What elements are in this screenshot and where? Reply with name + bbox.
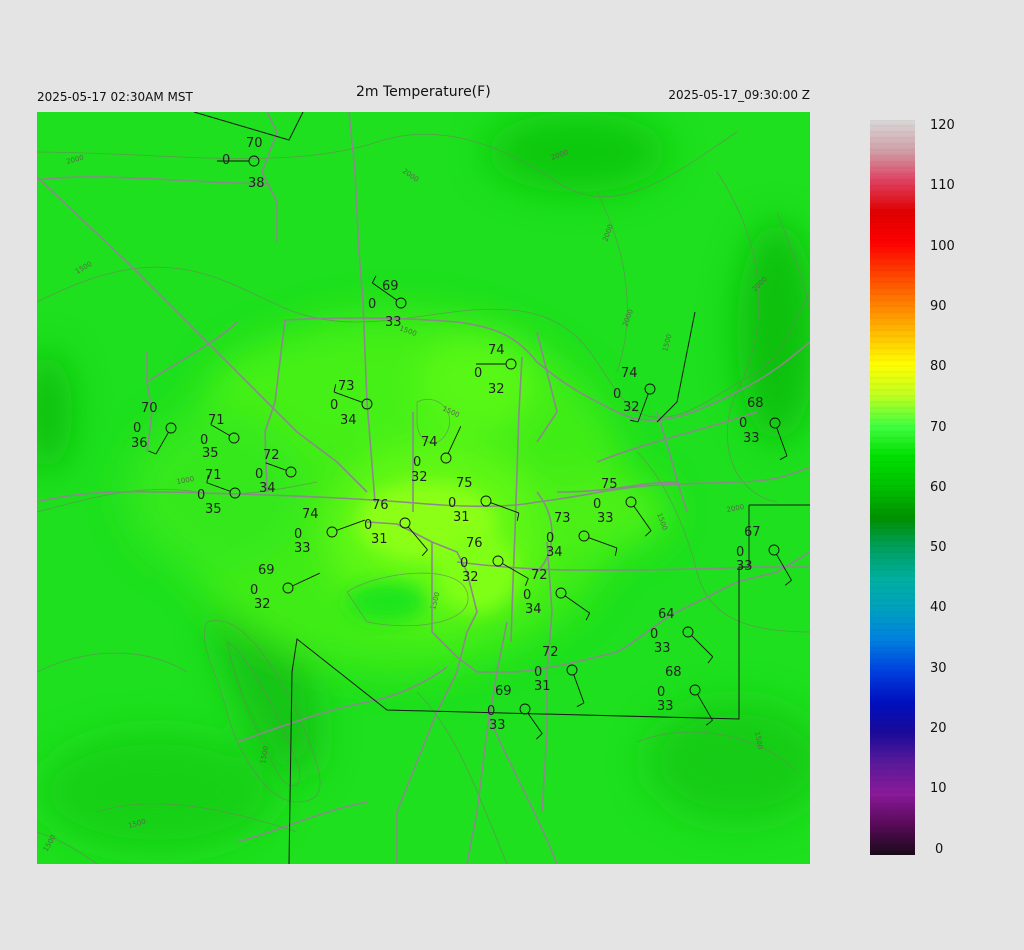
station-dewpoint: 33: [294, 541, 311, 556]
colorbar-tick-label: 120: [930, 118, 955, 133]
station-dewpoint: 34: [546, 545, 563, 560]
station-temperature: 68: [747, 396, 764, 411]
station-temperature: 69: [258, 563, 275, 578]
station-dewpoint: 33: [654, 641, 671, 656]
colorbar-tick-label: 50: [930, 540, 947, 556]
station-dewpoint: 33: [489, 718, 506, 733]
station-dewpoint: 38: [248, 176, 265, 191]
station-dewpoint: 35: [205, 502, 222, 517]
station-calm-wind: 0: [294, 527, 302, 542]
colorbar-tick-label: 20: [930, 721, 947, 736]
station-calm-wind: 0: [739, 416, 747, 431]
station-temperature: 69: [382, 279, 399, 294]
station-dewpoint: 34: [525, 602, 542, 617]
station-temperature: 74: [488, 343, 505, 358]
station-temperature: 72: [531, 568, 548, 583]
station-calm-wind: 0: [197, 488, 205, 503]
colorbar-tick-label: 60: [930, 479, 947, 495]
station-dewpoint: 33: [597, 511, 614, 526]
station-dewpoint: 32: [488, 382, 505, 397]
station-dewpoint: 35: [202, 446, 219, 461]
valid-local-time: 2025-05-17 02:30AM MST: [37, 90, 193, 104]
station-dewpoint: 33: [736, 559, 753, 574]
station-temperature: 70: [141, 401, 158, 416]
station-calm-wind: 0: [523, 588, 531, 603]
station-calm-wind: 0: [250, 583, 258, 598]
colorbar-tick-label: 100: [930, 238, 955, 254]
station-temperature: 74: [302, 507, 319, 522]
colorbar-tick-label: 110: [930, 178, 955, 194]
station-dewpoint: 31: [453, 510, 470, 525]
station-dewpoint: 32: [254, 597, 271, 612]
colorbar-tick-label: 90: [930, 298, 947, 314]
station-temperature: 70: [246, 136, 263, 151]
station-calm-wind: 0: [736, 545, 744, 560]
station-calm-wind: 0: [460, 556, 468, 571]
station-calm-wind: 0: [448, 496, 456, 511]
station-temperature: 74: [421, 435, 438, 450]
station-calm-wind: 0: [368, 297, 376, 312]
station-calm-wind: 0: [657, 685, 665, 700]
colorbar-tick-label: 10: [930, 781, 947, 797]
station-temperature: 74: [621, 366, 638, 381]
station-dewpoint: 33: [657, 699, 674, 714]
station-dewpoint: 32: [411, 470, 428, 485]
station-temperature: 73: [338, 379, 355, 394]
station-temperature: 75: [601, 477, 618, 492]
station-calm-wind: 0: [593, 497, 601, 512]
station-calm-wind: 0: [487, 704, 495, 719]
station-calm-wind: 0: [364, 518, 372, 533]
station-dewpoint: 31: [371, 532, 388, 547]
colorbar-gradient: [870, 120, 915, 855]
station-dewpoint: 32: [462, 570, 479, 585]
station-dewpoint: 36: [131, 436, 148, 451]
station-calm-wind: 0: [413, 455, 421, 470]
temperature-map: 2000 1500 1000 1500 2000 2000 2000 2000 …: [37, 112, 810, 864]
station-dewpoint: 32: [623, 400, 640, 415]
valid-utc-time: 2025-05-17_09:30:00 Z: [668, 88, 810, 102]
station-calm-wind: 0: [546, 531, 554, 546]
station-temperature: 71: [208, 413, 225, 428]
station-calm-wind: 0: [255, 467, 263, 482]
station-temperature: 72: [263, 448, 280, 463]
station-dewpoint: 31: [534, 679, 551, 694]
station-temperature: 76: [466, 536, 483, 551]
station-temperature: 64: [658, 607, 675, 622]
colorbar-tick-label: 70: [930, 419, 947, 435]
station-dewpoint: 33: [385, 315, 402, 330]
map-title: 2m Temperature(F): [356, 84, 491, 100]
temperature-colorbar: [870, 119, 915, 855]
station-temperature: 69: [495, 684, 512, 699]
temperature-field: [37, 112, 810, 864]
colorbar-tick-label: 40: [930, 600, 947, 616]
station-temperature: 68: [665, 665, 682, 680]
station-temperature: 67: [744, 525, 761, 540]
station-temperature: 76: [372, 498, 389, 513]
station-calm-wind: 0: [650, 627, 658, 642]
station-calm-wind: 0: [133, 421, 141, 436]
station-temperature: 72: [542, 645, 559, 660]
colorbar-tick-label: 30: [930, 660, 947, 676]
station-temperature: 73: [554, 511, 571, 526]
station-temperature: 71: [205, 468, 222, 483]
station-calm-wind: 0: [534, 665, 542, 680]
station-dewpoint: 34: [340, 413, 357, 428]
station-temperature: 75: [456, 476, 473, 491]
station-dewpoint: 33: [743, 431, 760, 446]
station-calm-wind: 0: [330, 398, 338, 413]
station-dewpoint: 34: [259, 481, 276, 496]
colorbar-tick-label: 80: [930, 359, 947, 375]
station-calm-wind: 0: [474, 366, 482, 381]
station-calm-wind: 0: [613, 387, 621, 402]
station-calm-wind: 0: [222, 153, 230, 168]
colorbar-tick-label: 0: [935, 841, 944, 857]
